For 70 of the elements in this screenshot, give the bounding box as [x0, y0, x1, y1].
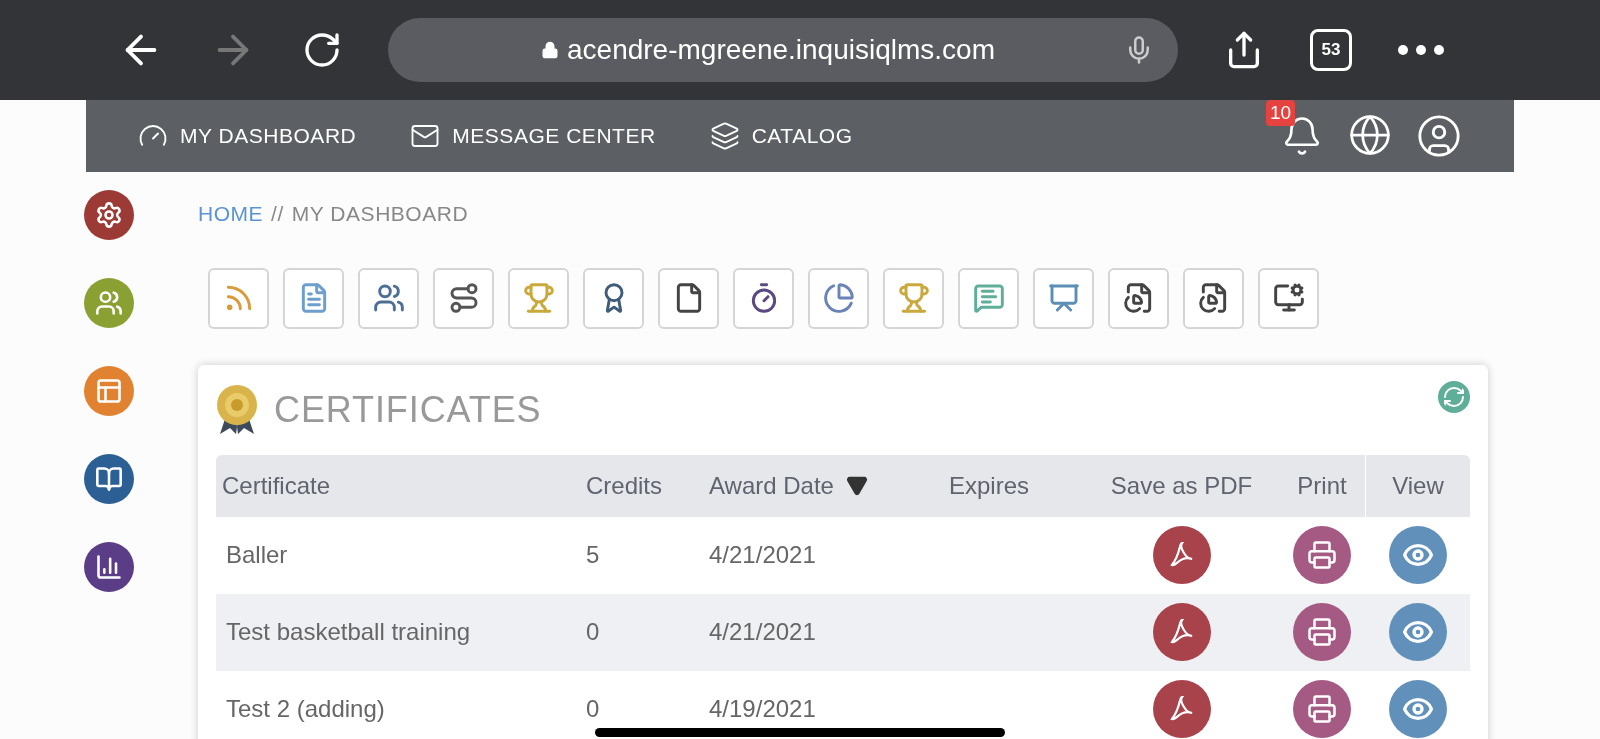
globe-icon[interactable]: [1348, 113, 1392, 157]
sidebar-button[interactable]: [84, 542, 134, 592]
pdf-button[interactable]: [1152, 526, 1211, 584]
table-cell: 0: [586, 695, 600, 722]
column-header[interactable]: Print: [1297, 467, 1347, 504]
table-cell: Test basketball training: [226, 618, 471, 645]
widget-button[interactable]: [1108, 267, 1169, 329]
table-cell: 4/21/2021: [709, 541, 816, 568]
widget-button[interactable]: [358, 267, 419, 329]
column-header[interactable]: View: [1392, 467, 1444, 504]
table-cell: 4/19/2021: [709, 695, 816, 722]
widget-button[interactable]: [733, 267, 794, 329]
column-header[interactable]: Credits: [586, 467, 663, 504]
users-icon: [95, 289, 123, 317]
column-header[interactable]: Award Date: [709, 467, 868, 504]
print-button[interactable]: [1293, 680, 1351, 738]
tab-count[interactable]: 53: [1310, 29, 1352, 71]
book-icon: [95, 465, 123, 493]
url-text: acendre-mgreene.inquisiqlms.com: [567, 33, 995, 67]
print-button[interactable]: [1293, 526, 1351, 584]
pdf-button[interactable]: [1152, 603, 1211, 661]
pdf-button[interactable]: [1152, 680, 1211, 738]
address-bar[interactable]: acendre-mgreene.inquisiqlms.com: [388, 18, 1178, 82]
printer-icon: [1307, 617, 1337, 647]
layout-icon: [95, 377, 123, 405]
reload-icon[interactable]: [302, 30, 342, 70]
pie-chart-icon: [822, 282, 855, 314]
lock-icon: [541, 41, 559, 59]
view-button[interactable]: [1388, 526, 1447, 584]
widget-button[interactable]: [658, 267, 719, 329]
view-button[interactable]: [1388, 680, 1447, 738]
trophy-icon: [522, 282, 555, 314]
message-icon: [972, 282, 1005, 314]
table-cell: 5: [586, 541, 600, 568]
widget-button[interactable]: [1183, 267, 1244, 329]
column-header[interactable]: Expires: [949, 467, 1030, 504]
user-icon[interactable]: [1416, 113, 1462, 159]
user-computer-icon: [1272, 282, 1305, 314]
nav-link[interactable]: MY DASHBOARD: [138, 120, 357, 152]
table-cell: 0: [586, 618, 600, 645]
sidebar-button[interactable]: [84, 190, 134, 240]
presenter-icon: [1047, 282, 1080, 314]
nav-link[interactable]: CATALOG: [709, 120, 853, 152]
view-button[interactable]: [1388, 603, 1447, 661]
column-header[interactable]: Certificate: [222, 467, 331, 504]
more-icon[interactable]: [1398, 45, 1444, 55]
people-icon: [372, 282, 405, 314]
refresh-icon[interactable]: [1438, 380, 1470, 413]
column-header[interactable]: Save as PDF: [1110, 467, 1253, 504]
widget-button[interactable]: [433, 267, 494, 329]
settings-icon: [95, 201, 123, 229]
printer-icon: [1307, 540, 1337, 570]
widget-button[interactable]: [583, 267, 644, 329]
trophy-icon: [897, 282, 930, 314]
table-cell: 4/21/2021: [709, 618, 816, 645]
notification-badge: 10: [1266, 100, 1296, 126]
table-cell: Test 2 (adding): [226, 695, 385, 722]
bar-chart-icon: [95, 553, 123, 581]
breadcrumb-current: MY DASHBOARD: [291, 201, 469, 227]
table-cell: Baller: [226, 541, 288, 568]
print-button[interactable]: [1293, 603, 1351, 661]
stack-icon: [709, 121, 740, 151]
award-icon: [216, 383, 258, 436]
printer-icon: [1307, 694, 1337, 724]
widget-button[interactable]: [1258, 267, 1319, 329]
nav-link[interactable]: MESSAGE CENTER: [410, 120, 656, 152]
breadcrumb-separator: //: [271, 201, 284, 227]
sidebar-button[interactable]: [84, 454, 134, 504]
breadcrumb-link[interactable]: HOME: [198, 198, 264, 230]
widget-title: CERTIFICATES: [274, 387, 543, 432]
